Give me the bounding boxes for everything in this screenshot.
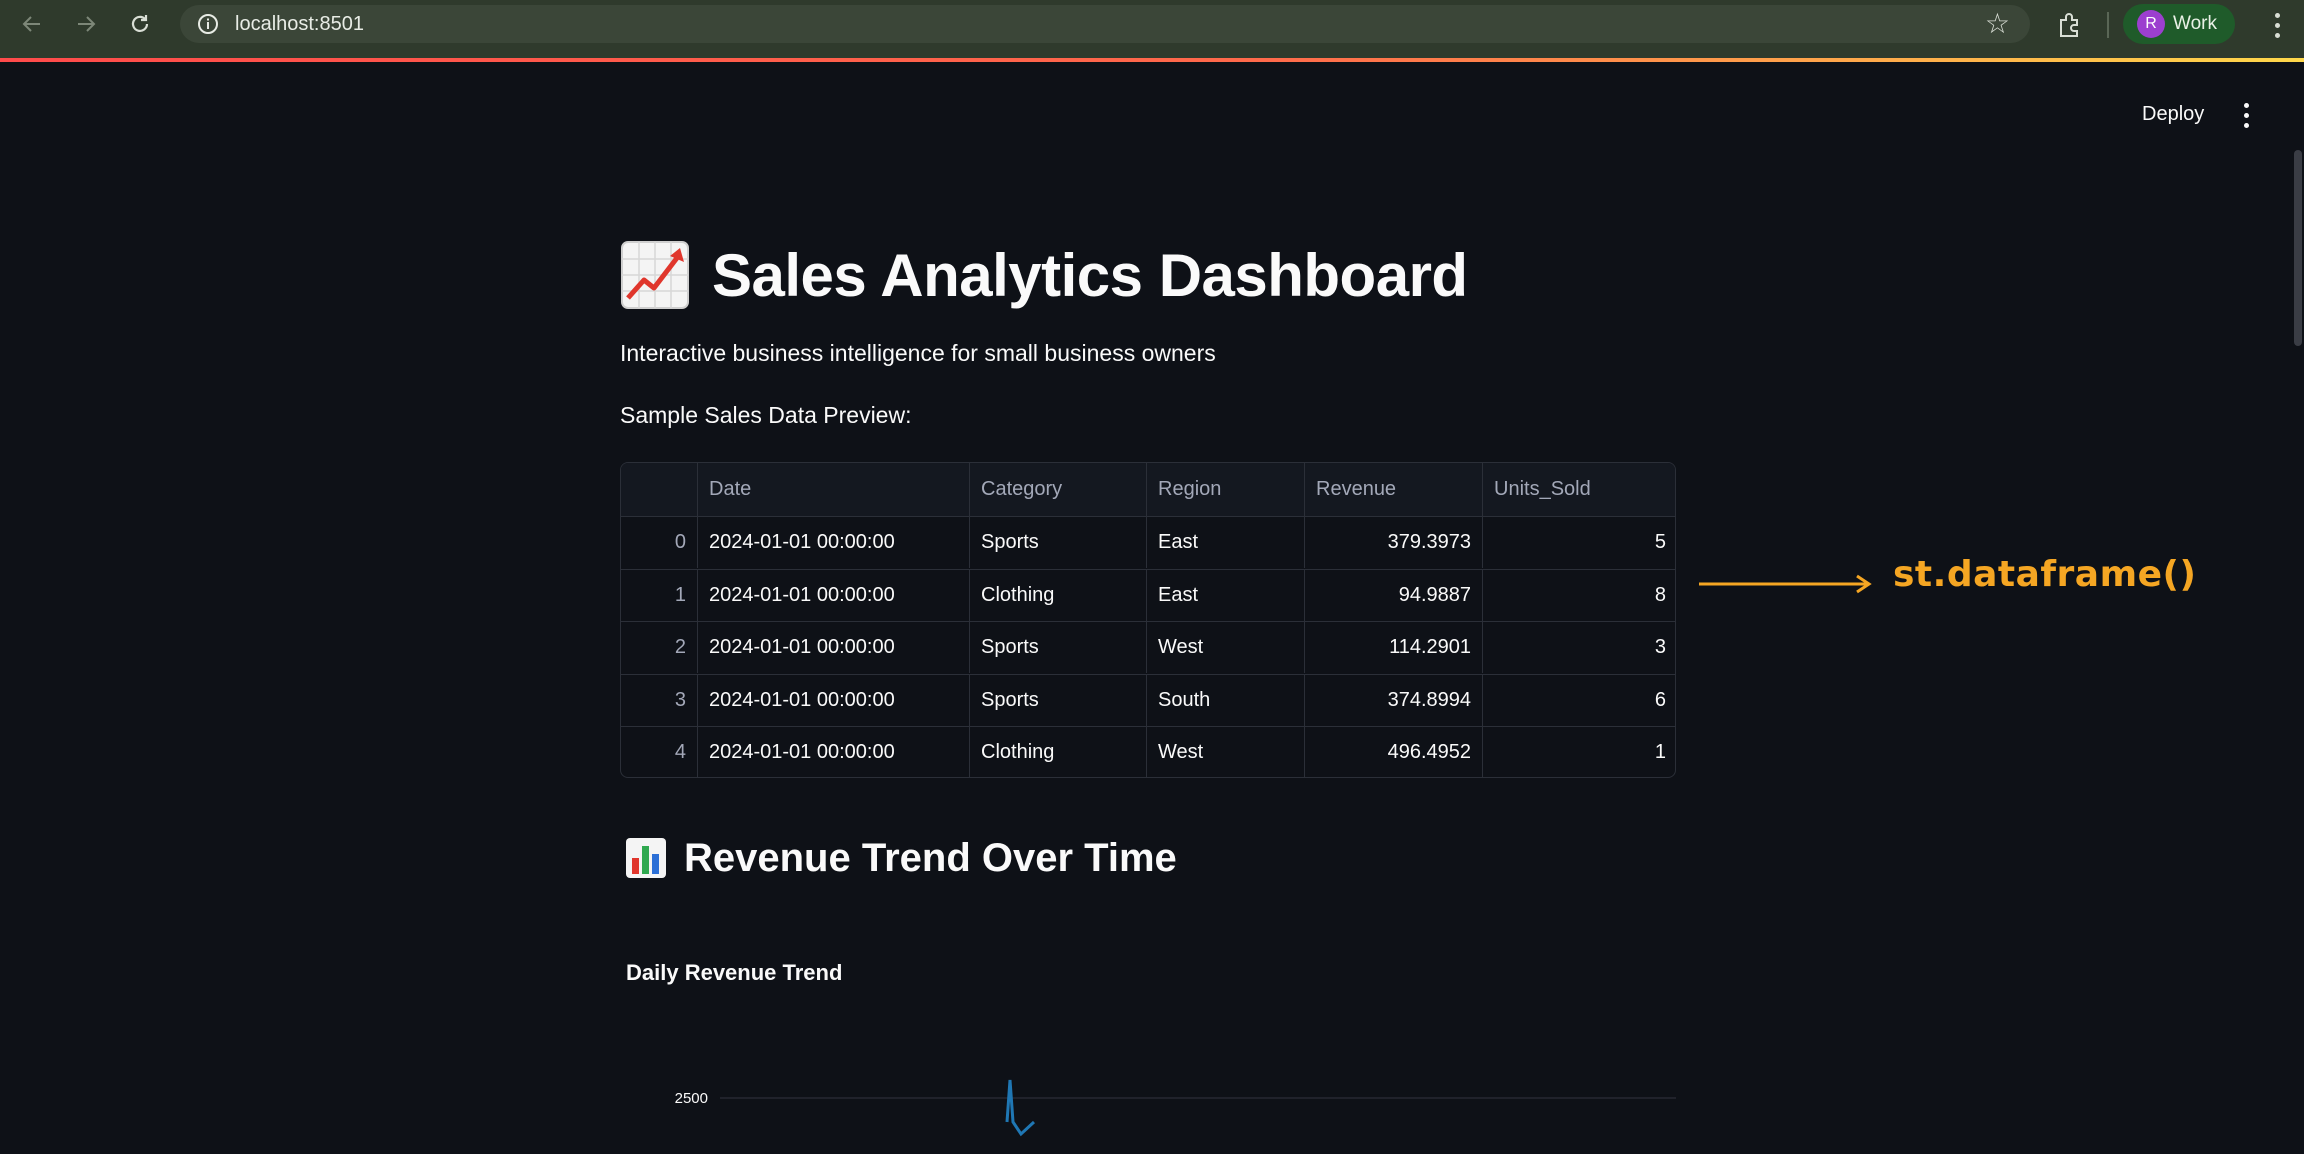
table-header-date[interactable]: Date (697, 463, 969, 516)
table-cell-units-sold[interactable]: 6 (1482, 674, 1675, 726)
chart-increasing-icon (621, 241, 689, 309)
table-cell-revenue[interactable]: 114.2901 (1304, 622, 1482, 673)
table-cell-category[interactable]: Clothing (969, 727, 1146, 777)
table-cell-index[interactable]: 4 (621, 727, 697, 777)
url-text[interactable]: localhost:8501 (235, 5, 364, 43)
table-cell-date[interactable]: 2024-01-01 00:00:00 (697, 622, 969, 673)
table-cell-units-sold[interactable]: 8 (1482, 569, 1675, 621)
section-heading: Revenue Trend Over Time (624, 830, 1177, 886)
reload-icon[interactable] (116, 0, 164, 48)
annotation-label: st.dataframe() (1893, 554, 2197, 595)
table-cell-category[interactable]: Sports (969, 517, 1146, 568)
table-row[interactable]: 1 2024-01-01 00:00:00 Clothing East 94.9887 8 (621, 568, 1675, 621)
section-heading-text: Revenue Trend Over Time (684, 835, 1177, 880)
table-row[interactable]: 3 2024-01-01 00:00:00 Sports South 374.8994 6 (621, 673, 1675, 726)
scrollbar[interactable] (2294, 150, 2302, 346)
table-row[interactable]: 4 2024-01-01 00:00:00 Clothing West 496.4952… (621, 726, 1675, 777)
table-cell-category[interactable]: Sports (969, 674, 1146, 726)
table-cell-units-sold[interactable]: 5 (1482, 517, 1675, 568)
table-cell-region[interactable]: West (1146, 727, 1304, 777)
table-cell-category[interactable]: Sports (969, 622, 1146, 673)
table-cell-date[interactable]: 2024-01-01 00:00:00 (697, 727, 969, 777)
revenue-trend-chart[interactable]: 2500 (620, 1070, 1680, 1154)
table-cell-region[interactable]: East (1146, 569, 1304, 621)
app-top-decoration (0, 58, 2304, 62)
table-cell-category[interactable]: Clothing (969, 569, 1146, 621)
profile-button[interactable]: R Work (2123, 4, 2235, 44)
chart-title: Daily Revenue Trend (626, 960, 843, 985)
table-cell-revenue[interactable]: 94.9887 (1304, 569, 1482, 621)
forward-icon[interactable] (62, 0, 110, 48)
table-cell-date[interactable]: 2024-01-01 00:00:00 (697, 517, 969, 568)
avatar: R (2137, 10, 2165, 38)
annotation-arrow (1699, 574, 1872, 594)
page-title: Sales Analytics Dashboard (620, 236, 1468, 314)
table-row[interactable]: 0 2024-01-01 00:00:00 Sports East 379.3973 5 (621, 516, 1675, 568)
table-cell-revenue[interactable]: 496.4952 (1304, 727, 1482, 777)
table-cell-units-sold[interactable]: 3 (1482, 622, 1675, 673)
table-cell-region[interactable]: East (1146, 517, 1304, 568)
table-cell-index[interactable]: 1 (621, 570, 697, 621)
table-header-revenue[interactable]: Revenue (1304, 463, 1482, 516)
address-bar[interactable]: localhost:8501 ☆ (180, 5, 2030, 43)
table-cell-units-sold[interactable]: 1 (1482, 727, 1675, 777)
table-row[interactable]: 2 2024-01-01 00:00:00 Sports West 114.2901 3 (621, 621, 1675, 673)
table-header-region[interactable]: Region (1146, 463, 1304, 516)
dataframe-table[interactable]: Date Category Region Revenue Units_Sold … (620, 462, 1676, 778)
table-header-row: Date Category Region Revenue Units_Sold (621, 463, 1675, 516)
y-tick-label: 2500 (675, 1090, 708, 1107)
table-header-index (621, 463, 697, 516)
table-cell-revenue[interactable]: 379.3973 (1304, 517, 1482, 568)
page-subtitle: Interactive business intelligence for sm… (620, 340, 1216, 366)
browser-toolbar: localhost:8501 ☆ R Work (0, 0, 2304, 58)
site-info-icon[interactable] (194, 10, 222, 38)
table-cell-region[interactable]: West (1146, 622, 1304, 673)
table-cell-index[interactable]: 3 (621, 675, 697, 726)
profile-name: Work (2173, 13, 2217, 34)
table-cell-index[interactable]: 0 (621, 517, 697, 568)
table-header-units-sold[interactable]: Units_Sold (1482, 463, 1675, 516)
deploy-button[interactable]: Deploy (2130, 96, 2216, 132)
table-cell-date[interactable]: 2024-01-01 00:00:00 (697, 674, 969, 726)
app-menu-icon[interactable] (2232, 98, 2260, 132)
bookmark-star-icon[interactable]: ☆ (1985, 8, 2010, 40)
preview-label: Sample Sales Data Preview: (620, 402, 912, 428)
page-title-text: Sales Analytics Dashboard (712, 241, 1468, 309)
table-cell-date[interactable]: 2024-01-01 00:00:00 (697, 569, 969, 621)
revenue-series-line[interactable] (1005, 1079, 1036, 1137)
browser-menu-icon[interactable] (2262, 8, 2292, 42)
extensions-icon[interactable] (2052, 8, 2086, 42)
bar-chart-icon (626, 838, 666, 878)
table-cell-index[interactable]: 2 (621, 622, 697, 673)
table-cell-region[interactable]: South (1146, 674, 1304, 726)
table-cell-revenue[interactable]: 374.8994 (1304, 674, 1482, 726)
table-header-category[interactable]: Category (969, 463, 1146, 516)
back-icon[interactable] (8, 0, 56, 48)
toolbar-divider (2107, 12, 2109, 38)
